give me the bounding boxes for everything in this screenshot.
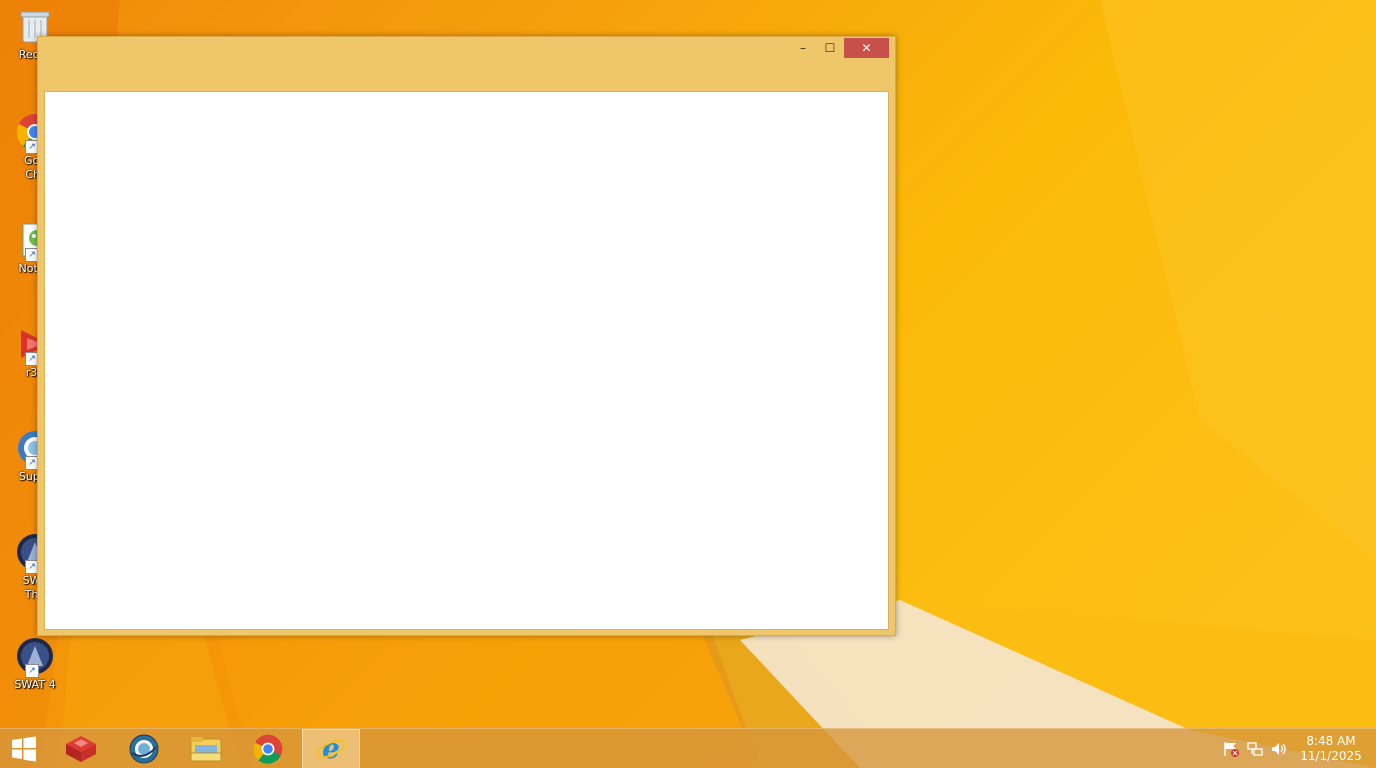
start-button[interactable]: [0, 729, 48, 768]
flag-alert-icon[interactable]: [1222, 741, 1240, 757]
taskbar-app-internet-explorer[interactable]: e: [302, 729, 360, 768]
taskbar-app-red-box[interactable]: [52, 729, 110, 768]
window-content-area[interactable]: [44, 91, 889, 630]
desktop-icon-swat4[interactable]: ↗ SWAT 4: [2, 636, 68, 692]
close-button[interactable]: ✕: [844, 38, 889, 58]
clock[interactable]: 8:48 AM 11/1/2025: [1296, 734, 1366, 764]
taskbar-app-file-explorer[interactable]: [177, 729, 235, 768]
minimize-button[interactable]: –: [790, 38, 816, 58]
google-chrome-icon: [253, 734, 283, 764]
taskbar: e 8:48 AM 11/1/2025: [0, 728, 1376, 768]
windows-start-icon: [12, 736, 36, 762]
desktop: Recyc ↗ Goo Chr ↗ Notep ↗ r3d ↗ Super ↗ …: [0, 0, 1376, 768]
system-tray: 8:48 AM 11/1/2025: [1216, 729, 1376, 768]
app-window[interactable]: – ☐ ✕: [37, 36, 896, 636]
desktop-icon-label: SWAT 4: [14, 678, 56, 691]
internet-explorer-icon: e: [316, 733, 346, 765]
minimize-icon: –: [800, 41, 806, 55]
network-icon[interactable]: [1246, 741, 1264, 757]
shortcut-arrow-icon: ↗: [25, 664, 39, 678]
taskbar-app-chrome[interactable]: [239, 729, 297, 768]
volume-icon[interactable]: [1270, 741, 1288, 757]
file-explorer-icon: [190, 737, 222, 762]
maximize-icon: ☐: [824, 41, 836, 55]
taskbar-app-globe[interactable]: [115, 729, 173, 768]
svg-text:e: e: [322, 733, 340, 765]
swat4-game-icon: ↗: [15, 636, 55, 678]
red-box-app-icon: [66, 736, 96, 762]
clock-date: 11/1/2025: [1300, 749, 1362, 763]
clock-time: 8:48 AM: [1306, 734, 1356, 748]
globe-browser-icon: [129, 734, 159, 764]
close-icon: ✕: [861, 41, 872, 55]
maximize-button[interactable]: ☐: [817, 38, 843, 58]
window-titlebar[interactable]: [38, 37, 895, 91]
